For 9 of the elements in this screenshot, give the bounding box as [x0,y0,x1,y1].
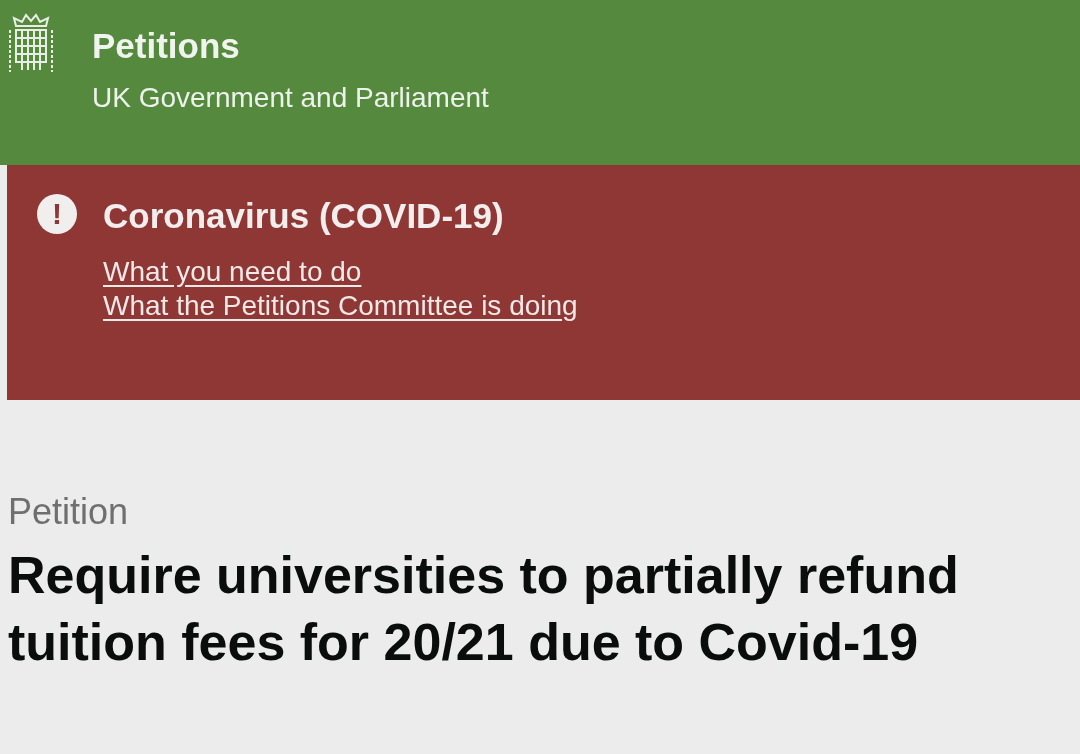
alert-link[interactable]: What the Petitions Committee is doing [103,290,578,321]
portcullis-icon [6,12,56,74]
exclamation-icon: ! [37,194,77,234]
alert-link[interactable]: What you need to do [103,256,362,287]
site-subtitle: UK Government and Parliament [92,81,489,115]
petition-label: Petition [8,490,129,534]
site-title: Petitions [92,26,241,66]
petition-title: Require universities to partially refund tuition fees for 20/21 due to Covid-19 [8,545,960,673]
alert-heading: Coronavirus (COVID-19) [103,195,505,237]
